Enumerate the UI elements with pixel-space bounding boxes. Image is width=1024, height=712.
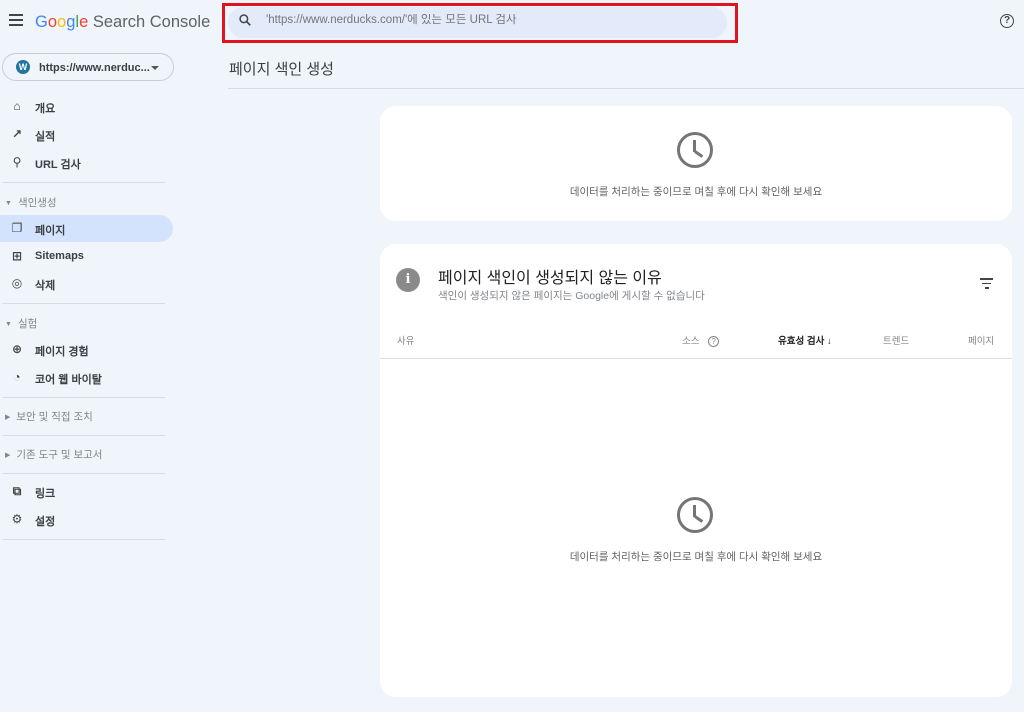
divider bbox=[2, 435, 165, 436]
triangle-right-icon: ▶ bbox=[5, 414, 11, 421]
sidebar-item-removals[interactable]: ◎ 삭제 bbox=[0, 270, 173, 297]
card-subtitle: 색인이 생성되지 않은 페이지는 Google에 게시할 수 없습니다 bbox=[438, 290, 705, 302]
triangle-right-icon: ▶ bbox=[5, 452, 11, 459]
processing-message: 데이터를 처리하는 중이므로 며칠 후에 다시 확인해 보세요 bbox=[569, 186, 823, 198]
trending-up-icon: ↗ bbox=[11, 127, 23, 141]
pages-icon: ❐ bbox=[11, 221, 23, 235]
search-console-logo[interactable]: Google Search Console bbox=[35, 13, 210, 32]
gear-icon: ⚙ bbox=[11, 512, 23, 526]
section-security[interactable]: ▶ 보안 및 직접 조치 bbox=[5, 409, 93, 424]
info-icon: i bbox=[396, 268, 420, 292]
clock-icon bbox=[677, 132, 713, 168]
sidebar-item-page-experience[interactable]: ⊕ 페이지 경험 bbox=[0, 336, 173, 363]
sidebar-item-links[interactable]: ⧉ 링크 bbox=[0, 478, 173, 505]
summary-card: 데이터를 처리하는 중이므로 며칠 후에 다시 확인해 보세요 bbox=[380, 106, 1012, 221]
card-title: 페이지 색인이 생성되지 않는 이유 bbox=[438, 270, 662, 287]
search-icon: ⚲ bbox=[12, 155, 22, 169]
wordpress-icon: W bbox=[16, 60, 30, 74]
column-pages[interactable]: 페이지 bbox=[968, 333, 994, 347]
clock-icon bbox=[677, 497, 713, 533]
divider bbox=[2, 397, 165, 398]
column-validation[interactable]: 유효성 검사 ↓ bbox=[778, 333, 832, 347]
help-circle-icon[interactable]: ? bbox=[708, 336, 720, 347]
triangle-down-icon: ▼ bbox=[5, 321, 12, 328]
divider bbox=[2, 539, 165, 540]
triangle-down-icon: ▼ bbox=[5, 200, 12, 207]
processing-message: 데이터를 처리하는 중이므로 며칠 후에 다시 확인해 보세요 bbox=[569, 551, 823, 563]
home-icon: ⌂ bbox=[13, 99, 21, 113]
sidebar-item-settings[interactable]: ⚙ 설정 bbox=[0, 506, 173, 533]
column-reason[interactable]: 사유 bbox=[397, 333, 414, 347]
column-trend[interactable]: 트렌드 bbox=[883, 333, 909, 347]
section-legacy-tools[interactable]: ▶ 기존 도구 및 보고서 bbox=[5, 447, 102, 462]
sidebar-item-pages[interactable]: ❐ 페이지 bbox=[0, 215, 173, 242]
help-circle-icon[interactable]: ? bbox=[1000, 14, 1014, 28]
add-circle-icon: ⊕ bbox=[11, 342, 23, 356]
filter-icon[interactable] bbox=[980, 278, 993, 292]
sidebar-item-overview[interactable]: ⌂ 개요 bbox=[0, 93, 173, 120]
sitemap-icon: ⊞ bbox=[11, 249, 23, 263]
divider bbox=[380, 358, 1012, 359]
property-name: https://www.nerduc... bbox=[39, 62, 150, 74]
sidebar-item-url-inspection[interactable]: ⚲ URL 검사 bbox=[0, 149, 173, 176]
divider bbox=[2, 182, 165, 183]
speed-icon: ◔ bbox=[13, 370, 21, 384]
page-title: 페이지 색인 생성 bbox=[229, 61, 334, 78]
links-icon: ⧉ bbox=[12, 484, 22, 498]
caret-down-icon bbox=[151, 66, 159, 70]
divider bbox=[228, 88, 1024, 89]
property-selector[interactable]: W https://www.nerduc... bbox=[2, 53, 174, 81]
arrow-down-icon: ↓ bbox=[826, 336, 832, 347]
not-indexed-reasons-card: i 페이지 색인이 생성되지 않는 이유 색인이 생성되지 않은 페이지는 Go… bbox=[380, 244, 1012, 697]
column-source[interactable]: 소스 ? bbox=[682, 333, 720, 347]
sidebar-item-core-web-vitals[interactable]: ◔ 코어 웹 바이탈 bbox=[0, 364, 173, 391]
highlight-box bbox=[222, 3, 738, 43]
section-indexing[interactable]: ▼ 색인생성 bbox=[5, 195, 57, 210]
sidebar-item-sitemaps[interactable]: ⊞ Sitemaps bbox=[0, 243, 173, 270]
main-menu-button[interactable] bbox=[9, 14, 23, 26]
divider bbox=[2, 473, 165, 474]
eye-off-icon: ◎ bbox=[11, 276, 23, 290]
sidebar-item-performance[interactable]: ↗ 실적 bbox=[0, 121, 173, 148]
section-experience[interactable]: ▼ 실험 bbox=[5, 316, 37, 331]
divider bbox=[2, 303, 165, 304]
